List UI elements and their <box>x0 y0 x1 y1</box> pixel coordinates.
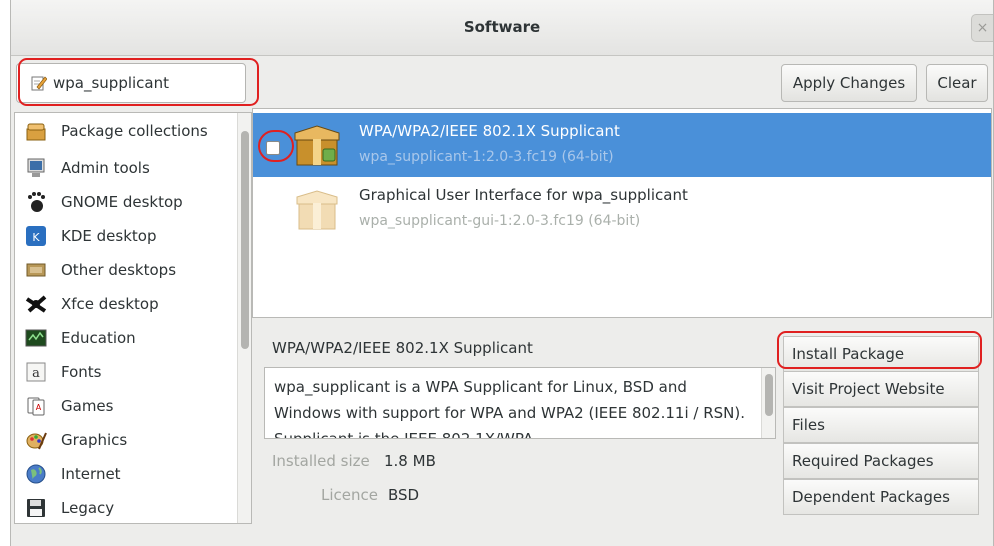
clear-button[interactable]: Clear <box>926 64 988 102</box>
sidebar-item-kde-desktop[interactable]: K KDE desktop <box>15 220 235 254</box>
svg-text:a: a <box>32 366 40 381</box>
category-sidebar[interactable]: Package collections Admin tools GNOME de… <box>14 112 252 524</box>
package-description: wpa_supplicant is a WPA Supplicant for L… <box>274 378 745 439</box>
sidebar-item-fonts[interactable]: a Fonts <box>15 356 235 390</box>
svg-text:K: K <box>32 231 40 244</box>
sidebar-item-other-desktops[interactable]: Other desktops <box>15 254 235 288</box>
install-button-highlight-outline <box>777 331 982 369</box>
package-box-icon <box>296 190 338 230</box>
package-row-selected[interactable]: WPA/WPA2/IEEE 802.1X Supplicant wpa_supp… <box>253 113 991 177</box>
gnome-foot-icon <box>28 192 45 212</box>
sidebar-item-label: Package collections <box>61 122 208 140</box>
checkbox-highlight-outline <box>258 130 294 162</box>
package-list[interactable]: WPA/WPA2/IEEE 802.1X Supplicant wpa_supp… <box>252 108 992 318</box>
games-icon: A <box>27 397 45 416</box>
sidebar-item-label: Graphics <box>61 431 128 449</box>
package-row[interactable]: Graphical User Interface for wpa_supplic… <box>253 177 991 241</box>
sidebar-item-label: Legacy <box>61 499 115 517</box>
description-scrollbar-thumb[interactable] <box>765 374 773 416</box>
sidebar-item-label: KDE desktop <box>61 227 157 245</box>
sidebar-item-internet[interactable]: Internet <box>15 458 235 492</box>
sidebar-item-xfce-desktop[interactable]: Xfce desktop <box>15 288 235 322</box>
package-box-icon <box>294 125 340 166</box>
sidebar-item-label: Internet <box>61 465 121 483</box>
sidebar-item-graphics[interactable]: Graphics <box>15 424 235 458</box>
dependent-packages-button[interactable]: Dependent Packages <box>783 479 979 515</box>
close-button[interactable]: × <box>971 14 993 42</box>
required-packages-button[interactable]: Required Packages <box>783 443 979 479</box>
apply-changes-button[interactable]: Apply Changes <box>781 64 917 102</box>
files-button[interactable]: Files <box>783 407 979 443</box>
package-detail-title: WPA/WPA2/IEEE 802.1X Supplicant <box>272 339 533 357</box>
sidebar-item-label: Fonts <box>61 363 102 381</box>
licence-label: Licence <box>321 486 378 504</box>
sidebar-item-package-collections[interactable]: Package collections <box>15 115 235 149</box>
sidebar-scrollbar[interactable] <box>237 113 251 523</box>
sidebar-item-label: Games <box>61 397 114 415</box>
installed-size-label: Installed size <box>272 452 370 470</box>
graphics-icon <box>26 432 47 450</box>
kde-icon: K <box>26 226 46 246</box>
package-collections-icon <box>26 123 46 141</box>
sidebar-item-label: Admin tools <box>61 159 150 177</box>
window-title: Software <box>463 18 541 36</box>
sidebar-item-label: GNOME desktop <box>61 193 183 211</box>
sidebar-item-education[interactable]: Education <box>15 322 235 356</box>
description-scrollbar[interactable] <box>761 368 775 438</box>
sidebar-item-gnome-desktop[interactable]: GNOME desktop <box>15 186 235 220</box>
sidebar-scrollbar-thumb[interactable] <box>241 131 249 349</box>
search-highlight-outline <box>18 58 259 106</box>
legacy-floppy-icon <box>27 499 45 517</box>
package-name: WPA/WPA2/IEEE 802.1X Supplicant <box>359 122 620 140</box>
package-version: wpa_supplicant-gui-1:2.0-3.fc19 (64-bit) <box>359 213 641 229</box>
title-bar[interactable]: Software × <box>11 0 993 56</box>
sidebar-item-label: Xfce desktop <box>61 295 159 313</box>
licence-value: BSD <box>388 486 420 504</box>
svg-text:A: A <box>36 403 42 412</box>
admin-tools-icon <box>27 158 45 177</box>
sidebar-item-legacy[interactable]: Legacy <box>15 492 235 523</box>
fonts-icon: a <box>26 362 46 382</box>
xfce-mouse-icon <box>25 295 47 313</box>
other-desktops-icon <box>26 263 46 277</box>
sidebar-item-admin-tools[interactable]: Admin tools <box>15 152 235 186</box>
visit-project-website-button[interactable]: Visit Project Website <box>783 371 979 407</box>
close-icon: × <box>976 20 989 36</box>
package-description-box[interactable]: wpa_supplicant is a WPA Supplicant for L… <box>264 367 776 439</box>
education-icon <box>25 329 47 347</box>
sidebar-item-games[interactable]: A Games <box>15 390 235 424</box>
package-version: wpa_supplicant-1:2.0-3.fc19 (64-bit) <box>359 149 614 165</box>
sidebar-item-label: Other desktops <box>61 261 177 279</box>
internet-globe-icon <box>26 464 46 484</box>
installed-size-value: 1.8 MB <box>384 452 436 470</box>
package-name: Graphical User Interface for wpa_supplic… <box>359 186 688 204</box>
sidebar-item-label: Education <box>61 329 136 347</box>
